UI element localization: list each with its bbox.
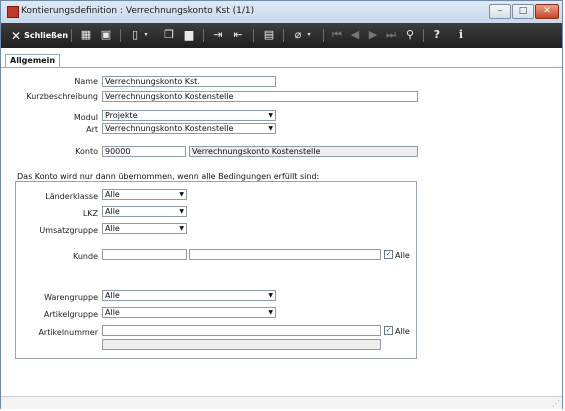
minimize-icon: –: [497, 6, 503, 16]
search-icon[interactable]: ⚲: [403, 28, 417, 42]
first-record-icon[interactable]: ⏮: [330, 28, 344, 42]
kunde-name-field[interactable]: [189, 249, 381, 260]
table-edit-icon[interactable]: ▦: [79, 28, 93, 42]
modul-value: Projekte: [105, 111, 138, 120]
attachment-dropdown-icon[interactable]: ▾: [305, 28, 313, 42]
delete-icon[interactable]: ▆: [182, 28, 196, 42]
kunde-field[interactable]: [102, 249, 187, 260]
maximize-button[interactable]: □: [512, 4, 534, 19]
laenderklasse-value: Alle: [105, 190, 120, 199]
kurzbeschreibung-field[interactable]: Verrechnungskonto Kostenstelle: [102, 91, 418, 102]
new-document-icon[interactable]: ▯: [128, 28, 142, 42]
new-dropdown-icon[interactable]: ▾: [142, 28, 150, 42]
art-label: Art: [86, 125, 98, 134]
close-x-icon: ✕: [11, 28, 22, 43]
artikelgruppe-label: Artikelgruppe: [43, 310, 98, 319]
close-button[interactable]: ✕ Schließen: [11, 28, 68, 43]
chevron-down-icon: ▼: [179, 191, 184, 198]
kunde-alle-checkbox[interactable]: ✓: [384, 250, 393, 259]
artikelnummer-description-field: [102, 339, 381, 350]
konto-label: Konto: [75, 147, 98, 156]
lkz-select[interactable]: Alle ▼: [102, 206, 187, 217]
lkz-value: Alle: [105, 207, 120, 216]
tab-bar: Allgemein: [1, 48, 562, 68]
toolbar-separator: [423, 29, 424, 42]
artikelgruppe-select[interactable]: Alle ▼: [102, 307, 276, 318]
checkmark-icon: ✓: [385, 250, 392, 258]
warengruppe-value: Alle: [105, 291, 120, 300]
artikelnummer-alle-label: Alle: [395, 327, 410, 336]
attachment-icon[interactable]: ⌀: [291, 28, 305, 42]
title-bar[interactable]: Kontierungsdefinition : Verrechnungskont…: [1, 1, 562, 24]
toolbar-separator: [203, 29, 204, 42]
conditions-caption: Das Konto wird nur dann übernommen, wenn…: [17, 172, 320, 181]
art-select[interactable]: Verrechnungskonto Kostenstelle ▼: [102, 123, 276, 134]
toolbar-separator: [71, 29, 72, 42]
toolbar-separator: [120, 29, 121, 42]
chevron-down-icon: ▼: [268, 112, 273, 119]
last-record-icon[interactable]: ⏭: [384, 28, 398, 42]
save-icon[interactable]: ▣: [99, 28, 113, 42]
kunde-alle-label: Alle: [395, 251, 410, 260]
warengruppe-label: Warengruppe: [44, 293, 98, 302]
window-title: Kontierungsdefinition : Verrechnungskont…: [21, 6, 255, 16]
artikelnummer-field[interactable]: [102, 325, 381, 336]
chevron-down-icon: ▼: [268, 309, 273, 316]
toolbar: ✕ Schließen ▦ ▣ ▯ ▾ ❐ ▆ ⇥ ⇤ ▤ ⌀ ▾ ⏮ ◀ ▶ …: [1, 23, 562, 48]
laenderklasse-label: Länderklasse: [45, 192, 98, 201]
konto-number-field[interactable]: 90000: [102, 146, 186, 157]
chevron-down-icon: ▼: [179, 225, 184, 232]
artikelnummer-alle-checkbox[interactable]: ✓: [384, 326, 393, 335]
copy-icon[interactable]: ❐: [162, 28, 176, 42]
tab-allgemein[interactable]: Allgemein: [5, 54, 61, 67]
previous-record-icon[interactable]: ◀: [348, 28, 362, 42]
art-value: Verrechnungskonto Kostenstelle: [105, 124, 234, 133]
kurzbeschreibung-label: Kurzbeschreibung: [26, 92, 98, 101]
konto-description-field: Verrechnungskonto Kostenstelle: [189, 146, 418, 157]
info-icon[interactable]: i: [454, 28, 468, 42]
resize-grip-icon[interactable]: ⋰: [552, 399, 560, 408]
chevron-down-icon: ▼: [268, 292, 273, 299]
umsatzgruppe-select[interactable]: Alle ▼: [102, 223, 187, 234]
status-bar: ⋰: [1, 396, 562, 409]
name-field[interactable]: Verrechnungskonto Kst.: [102, 76, 276, 87]
next-record-icon[interactable]: ▶: [366, 28, 380, 42]
modul-select[interactable]: Projekte ▼: [102, 110, 276, 121]
toolbar-separator: [323, 29, 324, 42]
laenderklasse-select[interactable]: Alle ▼: [102, 189, 187, 200]
close-button-label: Schließen: [24, 31, 69, 40]
application-window: Kontierungsdefinition : Verrechnungskont…: [0, 0, 563, 409]
modul-label: Modul: [73, 113, 98, 122]
close-icon: ✕: [543, 6, 551, 16]
minimize-button[interactable]: –: [489, 4, 511, 19]
lkz-label: LKZ: [82, 209, 98, 218]
chevron-down-icon: ▼: [268, 125, 273, 132]
toolbar-separator: [253, 29, 254, 42]
artikelgruppe-value: Alle: [105, 308, 120, 317]
maximize-icon: □: [518, 6, 528, 16]
umsatzgruppe-label: Umsatzgruppe: [39, 226, 98, 235]
chevron-down-icon: ▼: [179, 208, 184, 215]
artikelnummer-label: Artikelnummer: [38, 328, 98, 337]
import-icon[interactable]: ⇥: [211, 28, 225, 42]
export-icon[interactable]: ⇤: [231, 28, 245, 42]
app-icon: [7, 6, 19, 18]
close-window-button[interactable]: ✕: [535, 4, 559, 19]
checkmark-icon: ✓: [385, 326, 392, 334]
print-icon[interactable]: ▤: [262, 28, 276, 42]
name-label: Name: [74, 77, 98, 86]
warengruppe-select[interactable]: Alle ▼: [102, 290, 276, 301]
toolbar-separator: [283, 29, 284, 42]
umsatzgruppe-value: Alle: [105, 224, 120, 233]
kunde-label: Kunde: [73, 252, 98, 261]
help-icon[interactable]: ?: [430, 28, 444, 42]
